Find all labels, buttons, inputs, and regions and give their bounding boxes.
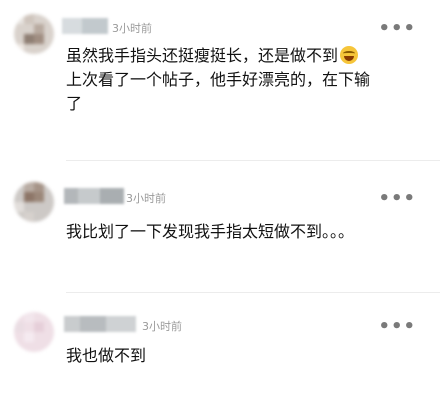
divider	[66, 160, 440, 161]
timestamp: 3小时前	[142, 320, 182, 333]
comment-text: 虽然我手指头还挺瘦挺长，还是做不到 上次看了一个帖子，他手好漂亮的，在下输 了	[66, 44, 392, 116]
more-options-icon[interactable]: •••	[378, 20, 416, 38]
comment-line: 我也做不到	[66, 346, 147, 365]
comment-item: 3小时前 ••• 我也做不到	[0, 298, 440, 413]
avatar[interactable]	[14, 14, 54, 54]
comment-line: 了	[66, 94, 83, 113]
more-options-icon[interactable]: •••	[378, 318, 416, 336]
comment-line: 上次看了一个帖子，他手好漂亮的，在下输	[66, 70, 371, 89]
divider	[66, 292, 440, 293]
laughing-crying-emoji-icon	[340, 46, 359, 64]
comment-text: 我比划了一下发现我手指太短做不到。。。	[66, 220, 392, 244]
comment-line: 我比划了一下发现我手指太短做不到。。。	[66, 222, 355, 241]
username[interactable]	[64, 316, 136, 332]
timestamp: 3小时前	[126, 192, 166, 205]
username[interactable]	[62, 18, 108, 34]
avatar[interactable]	[14, 312, 54, 352]
more-options-icon[interactable]: •••	[378, 190, 416, 208]
username[interactable]	[64, 188, 124, 204]
comment-text: 我也做不到	[66, 344, 392, 368]
avatar[interactable]	[14, 182, 54, 222]
timestamp: 3小时前	[112, 22, 152, 35]
comment-line: 虽然我手指头还挺瘦挺长，还是做不到	[66, 46, 339, 65]
comment-item: 3小时前 ••• 虽然我手指头还挺瘦挺长，还是做不到 上次看了一个帖子，他手好漂…	[0, 0, 440, 170]
comment-item: 3小时前 ••• 我比划了一下发现我手指太短做不到。。。	[0, 170, 440, 298]
